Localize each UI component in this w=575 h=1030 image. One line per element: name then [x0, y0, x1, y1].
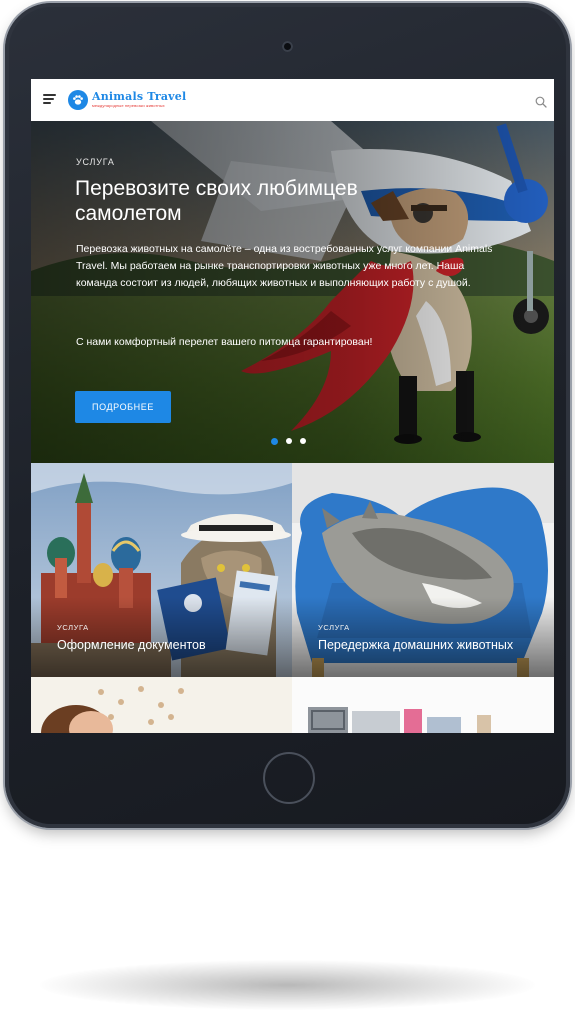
slider-dot-1[interactable] — [271, 437, 278, 445]
device-shadow — [40, 960, 535, 1010]
card-shade — [31, 597, 292, 677]
card-tag: Услуга — [57, 623, 89, 632]
logo[interactable]: Animals Travel международные перевозки ж… — [68, 87, 186, 113]
more-button[interactable]: Подробнее — [75, 391, 171, 423]
search-icon[interactable] — [535, 95, 547, 108]
logo-subtitle: международные перевозки животных — [92, 103, 165, 108]
tablet-device: Animals Travel международные перевозки ж… — [5, 3, 570, 828]
service-card-partial-right[interactable] — [292, 677, 554, 733]
card-title: Передержка домашних животных — [318, 638, 514, 652]
screen: Animals Travel международные перевозки ж… — [31, 79, 554, 733]
slider-dots — [271, 437, 306, 445]
service-card-pet-boarding[interactable]: Услуга Передержка домашних животных — [292, 463, 554, 677]
home-button[interactable] — [263, 752, 315, 804]
card-tag: Услуга — [318, 623, 350, 632]
menu-icon[interactable] — [43, 94, 56, 104]
hero-tag: Услуга — [76, 157, 115, 167]
slider-dot-3[interactable] — [300, 438, 306, 444]
slider-dot-2[interactable] — [286, 438, 292, 444]
service-card-documents[interactable]: Услуга Оформление документов — [31, 463, 292, 677]
camera — [282, 41, 293, 52]
site-header: Animals Travel международные перевозки ж… — [31, 79, 554, 121]
hero-description-guarantee: С нами комфортный перелет вашего питомца… — [76, 336, 373, 348]
logo-title: Animals Travel — [92, 90, 187, 103]
card-image-carriers — [292, 677, 554, 733]
paw-icon — [68, 90, 88, 110]
hero-description: Перевозка животных на самолёте – одна из… — [76, 243, 493, 289]
service-card-partial-left[interactable] — [31, 677, 292, 733]
card-shade — [292, 597, 554, 677]
hero-slider: Услуга Перевозите своих любимцев самолет… — [31, 121, 554, 463]
card-title: Оформление документов — [57, 638, 206, 652]
card-image-person — [31, 677, 292, 733]
hero-title: Перевозите своих любимцев самолетом — [75, 177, 358, 225]
